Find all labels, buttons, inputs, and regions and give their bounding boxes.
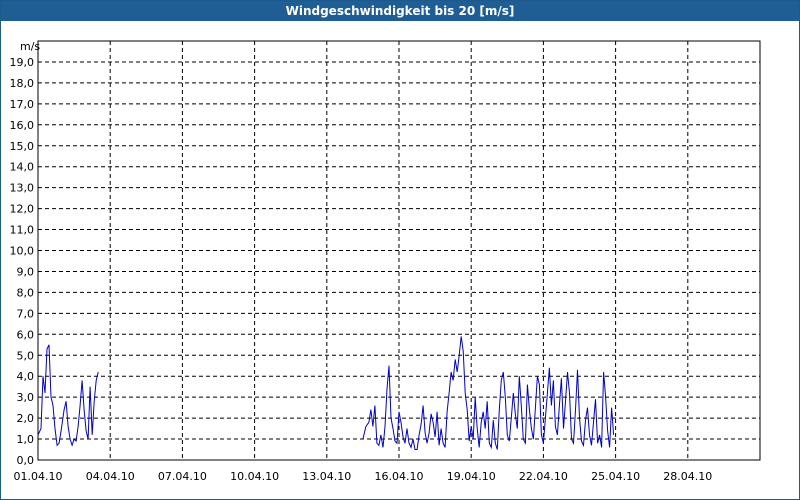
y-tick-label: 8,0: [17, 286, 35, 299]
x-tick-label: 25.04.10: [591, 470, 640, 483]
x-tick-label: 13.04.10: [302, 470, 351, 483]
y-tick-label: 5,0: [17, 349, 35, 362]
y-tick-label: 10,0: [10, 245, 35, 258]
x-axis-ticks: 01.04.10 04.04.10 07.04.10 10.04.10 13.04.10…: [14, 470, 713, 483]
y-tick-label: 14,0: [10, 161, 35, 174]
y-tick-label: 4,0: [17, 370, 35, 383]
y-tick-label: 2,0: [17, 412, 35, 425]
y-tick-label: 6,0: [17, 328, 35, 341]
x-tick-label: 07.04.10: [158, 470, 207, 483]
y-tick-label: 17,0: [10, 98, 35, 111]
y-tick-label: 3,0: [17, 391, 35, 404]
y-tick-label: 11,0: [10, 224, 35, 237]
y-tick-label: 12,0: [10, 203, 35, 216]
y-tick-label: 15,0: [10, 140, 35, 153]
y-tick-label: 19,0: [10, 56, 35, 69]
y-axis-unit-label: m/s: [20, 40, 40, 53]
x-tick-label: 01.04.10: [14, 470, 63, 483]
x-tick-label: 22.04.10: [519, 470, 568, 483]
x-tick-label: 16.04.10: [375, 470, 424, 483]
y-axis-ticks: 0,0 1,0 2,0 3,0 4,0 5,0 6,0 7,0 8,0 9,0 10,0 11,0 12…: [10, 56, 35, 467]
y-tick-label: 18,0: [10, 77, 35, 90]
y-tick-label: 1,0: [17, 433, 35, 446]
wind-speed-chart: m/s 0,0 1,0 2,0 3,0 4,0 5,0 6,0 7,0 8,0 9,0 10,0 11…: [10, 40, 761, 483]
y-tick-label: 16,0: [10, 119, 35, 132]
y-tick-label: 0,0: [17, 454, 35, 467]
y-tick-label: 9,0: [17, 265, 35, 278]
x-tick-label: 19.04.10: [447, 470, 496, 483]
y-tick-label: 13,0: [10, 182, 35, 195]
x-tick-label: 04.04.10: [86, 470, 135, 483]
x-tick-label: 28.04.10: [663, 470, 712, 483]
y-tick-label: 7,0: [17, 307, 35, 320]
x-tick-label: 10.04.10: [230, 470, 279, 483]
